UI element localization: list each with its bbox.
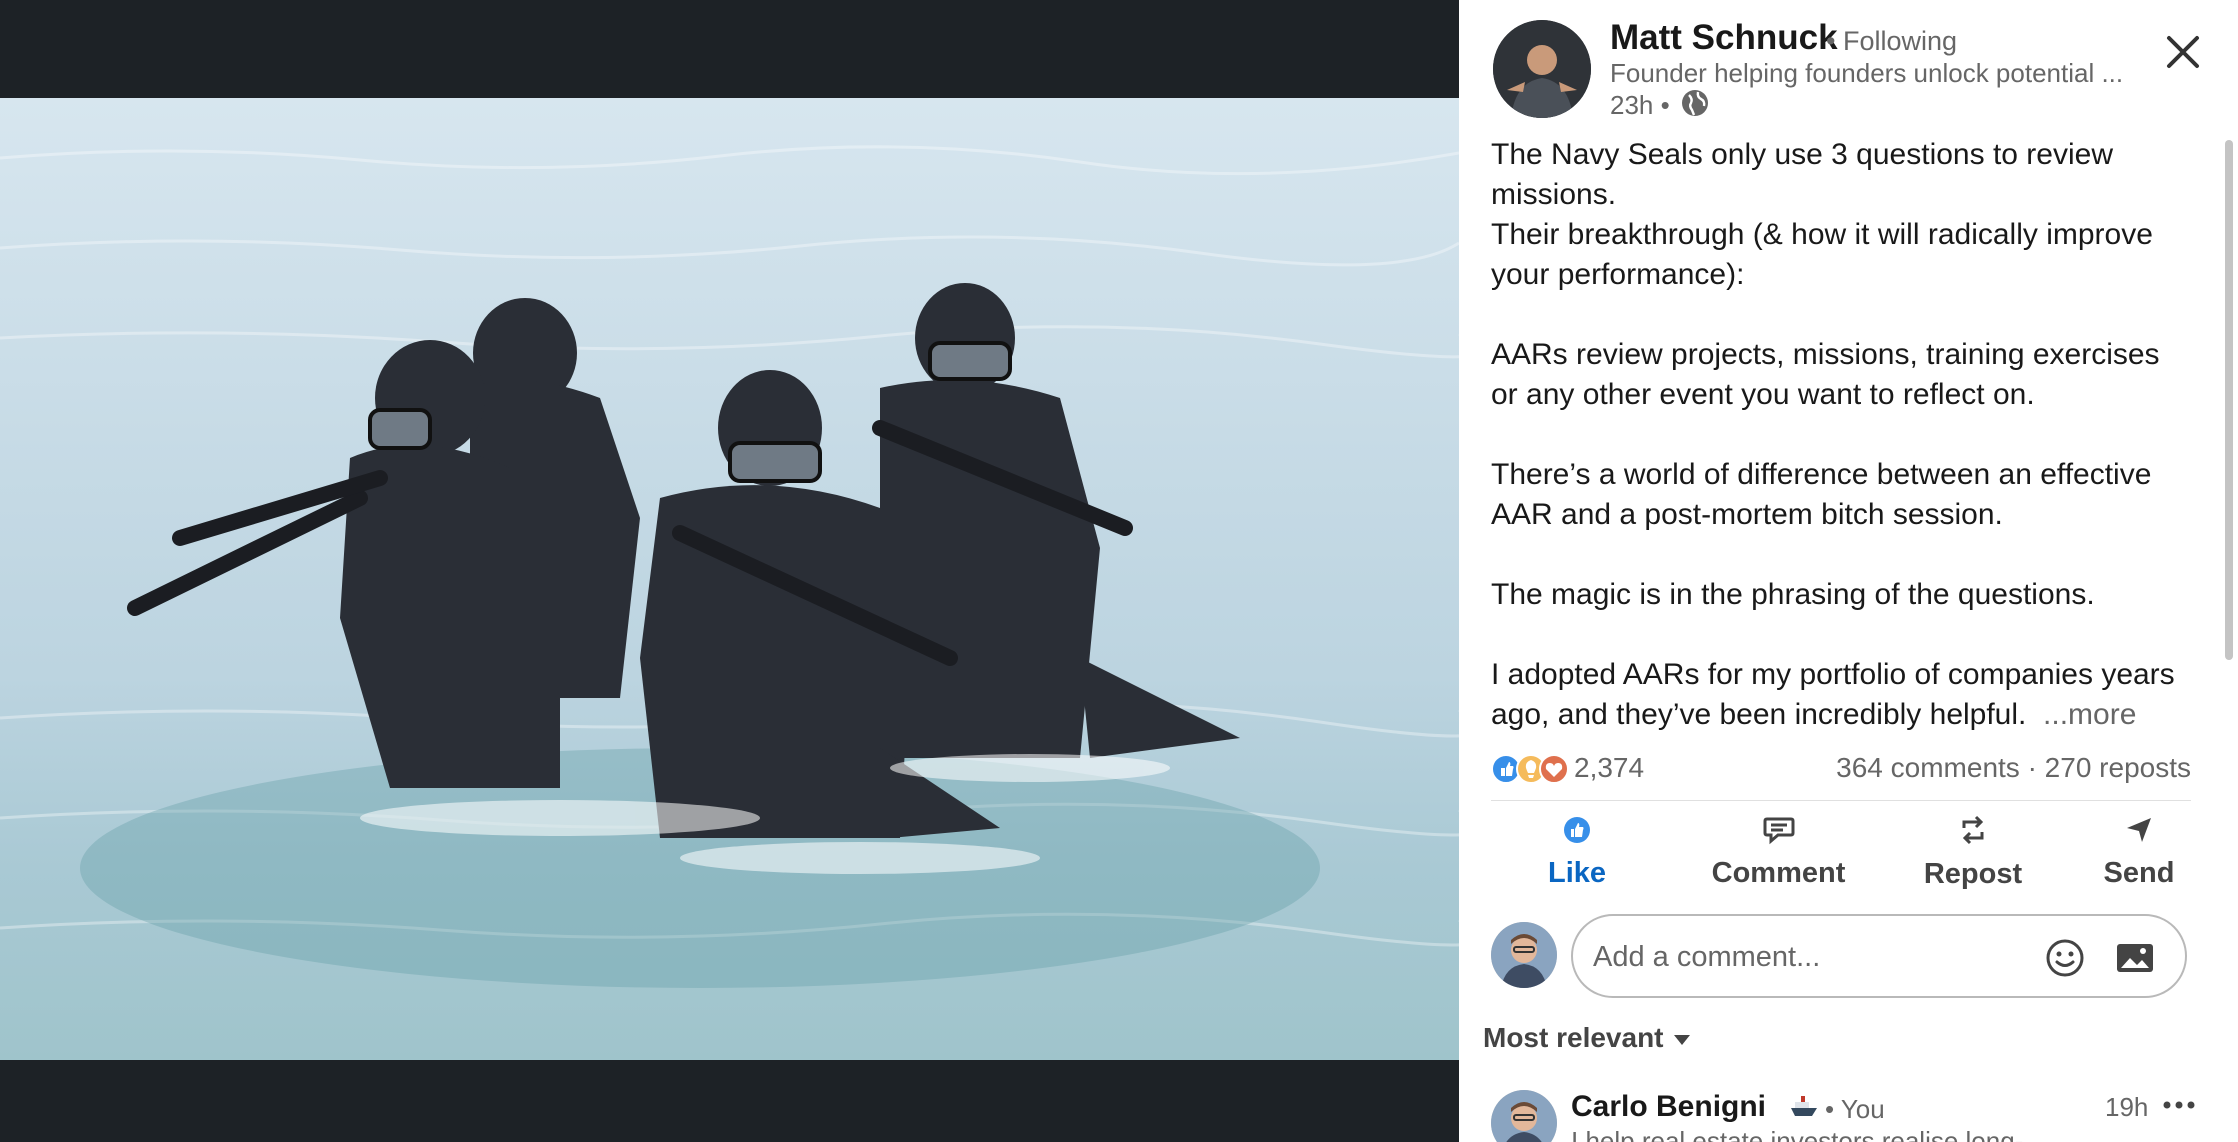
scrollbar-thumb[interactable] [2225,140,2233,660]
comment-button[interactable]: Comment [1691,812,1866,892]
comment-label: Comment [1711,856,1846,889]
emoji-icon[interactable] [2043,936,2087,980]
like-button[interactable]: Like [1517,812,1637,892]
author-name[interactable]: Matt Schnuck [1610,18,1838,58]
post-timestamp: 23h • [1610,90,1670,120]
caret-down-icon [1664,1022,1692,1054]
ship-emoji-icon [1789,1094,1819,1120]
commenter-name[interactable]: Carlo Benigni [1571,1090,1766,1124]
see-more-link[interactable]: ...more [2043,698,2136,731]
commenter-avatar[interactable] [1491,1090,1557,1142]
post-text-line: AARs review projects, missions, training… [1491,338,2160,411]
commenter-you-badge: • You [1825,1094,1885,1124]
action-bar: Like Comment Repost Send [1491,812,2191,892]
comment-time: 19h [2105,1092,2149,1122]
social-counts: 2,374 364 comments · 270 reposts [1491,746,2191,792]
send-label: Send [2103,856,2175,889]
follow-status: • Following [1826,26,1958,56]
globe-icon [1680,88,1710,118]
post-text-line: Their breakthrough (& how it will radica… [1491,218,2153,291]
repost-icon [1958,814,1988,858]
comment-item: Carlo Benigni • You I help real estate i… [1491,1086,2211,1142]
close-button[interactable] [2159,30,2207,78]
post-text-line: The Navy Seals only use 3 questions to r… [1491,138,2113,211]
comments-reposts-count[interactable]: 364 comments · 270 reposts [1836,752,2191,784]
post-image[interactable] [0,98,1459,1060]
more-horizontal-icon [2159,1101,2199,1124]
author-avatar[interactable] [1493,20,1591,118]
comment-sort-dropdown[interactable]: Most relevant [1483,1022,1692,1054]
repost-button[interactable]: Repost [1903,812,2043,892]
post-text: The Navy Seals only use 3 questions to r… [1491,135,2191,735]
comment-composer [1491,914,2211,1000]
post-header: Matt Schnuck • Following Founder helping… [1459,0,2238,130]
post-viewer: Matt Schnuck • Following Founder helping… [0,0,2238,1142]
reactions-count[interactable]: 2,374 [1574,752,1644,784]
comment-input[interactable] [1593,934,2033,980]
close-icon [2165,34,2201,75]
post-detail-pane: Matt Schnuck • Following Founder helping… [1459,0,2238,1142]
send-icon [2124,815,2154,857]
like-icon [1562,815,1592,857]
my-avatar[interactable] [1491,922,1557,988]
repost-label: Repost [1923,857,2023,890]
like-label: Like [1547,856,1607,889]
sort-label: Most relevant [1483,1022,1664,1053]
image-icon[interactable] [2113,936,2157,980]
commenter-headline: I help real estate investors realise lon… [1571,1126,2024,1142]
comment-icon [1762,815,1796,857]
author-headline: Founder helping founders unlock potentia… [1610,58,2124,88]
post-text-line: The magic is in the phrasing of the ques… [1491,578,2095,611]
post-text-line: I adopted AARs for my portfolio of compa… [1491,655,2191,735]
media-pane [0,0,1459,1142]
send-button[interactable]: Send [2089,812,2189,892]
divider [1491,800,2191,801]
comment-input-box [1571,914,2187,998]
post-text-line: There’s a world of difference between an… [1491,458,2152,531]
reactions-icons[interactable] [1491,752,1571,786]
comment-more-button[interactable] [2159,1090,2199,1120]
